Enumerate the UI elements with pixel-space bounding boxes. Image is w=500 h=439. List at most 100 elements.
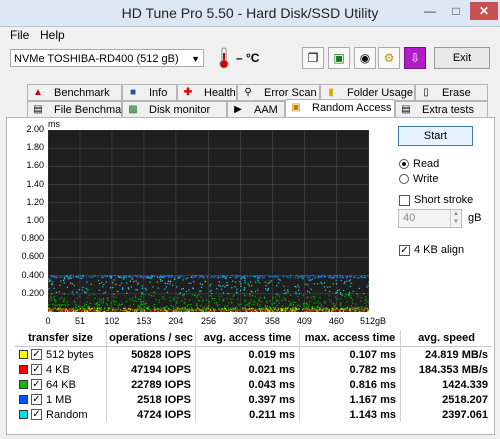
data-point (52, 303, 54, 305)
tab-file-benchmark[interactable]: ▤ File Benchmark (27, 101, 130, 118)
tab-disk-monitor[interactable]: ▩ Disk monitor (122, 101, 227, 118)
data-point (181, 294, 183, 296)
maximize-icon[interactable]: □ (444, 2, 468, 20)
series-color-swatch (19, 365, 28, 375)
data-point (142, 310, 144, 312)
data-point (101, 276, 103, 279)
tab-info[interactable]: ■ Info (122, 84, 177, 101)
menu-help[interactable]: Help (40, 28, 65, 42)
data-point (219, 310, 221, 312)
tab-erase[interactable]: ▯ Erase (415, 84, 488, 101)
data-point (105, 303, 107, 305)
data-point (244, 307, 246, 309)
menu-file[interactable]: File (10, 28, 29, 42)
data-point (258, 282, 260, 284)
data-point (146, 309, 148, 311)
copy-info-button[interactable]: ❐ (302, 47, 324, 69)
series-checkbox[interactable]: ✓ (31, 364, 42, 376)
data-point (273, 302, 275, 304)
data-point (341, 294, 343, 296)
tab-extra-tests[interactable]: ▤ Extra tests (395, 101, 488, 118)
data-point (298, 293, 300, 295)
data-point (283, 292, 285, 295)
minimize-icon[interactable]: — (418, 2, 442, 20)
data-point (224, 286, 226, 288)
data-point (181, 288, 183, 290)
series-checkbox[interactable]: ✓ (31, 379, 42, 391)
data-point (89, 302, 91, 304)
read-option[interactable]: Read (399, 158, 439, 170)
download-button[interactable]: ⇩ (404, 47, 426, 69)
align-checkbox[interactable]: ✓ (399, 244, 410, 256)
y-tick-label: 1.80 (26, 142, 44, 153)
data-point (149, 281, 151, 283)
data-point (230, 298, 232, 300)
data-point (192, 274, 194, 276)
data-point (68, 278, 70, 280)
data-point (159, 280, 162, 282)
start-button[interactable]: Start (398, 126, 473, 146)
drive-select[interactable]: NVMe TOSHIBA-RD400 (512 gB) ▼ (10, 49, 204, 67)
data-point (291, 309, 293, 311)
data-point (200, 286, 203, 288)
screenshot-button[interactable]: ◉ (354, 47, 376, 69)
data-point (308, 291, 311, 293)
data-point (295, 275, 297, 277)
data-point (277, 308, 279, 310)
data-point (318, 307, 320, 309)
write-radio[interactable] (399, 174, 409, 185)
data-point (100, 275, 102, 277)
data-point (65, 305, 67, 307)
data-point (263, 309, 265, 311)
read-radio[interactable] (399, 159, 409, 170)
data-point (164, 311, 166, 312)
tab-benchmark[interactable]: ▲ Benchmark (27, 84, 122, 101)
data-point (303, 311, 305, 312)
data-point (91, 310, 93, 312)
data-point (278, 282, 280, 284)
data-point (172, 306, 174, 308)
data-point (302, 308, 304, 310)
data-point (351, 275, 353, 277)
data-point (202, 276, 205, 278)
tab-file-benchmark-label: File Benchmark (54, 104, 131, 116)
align-option[interactable]: ✓ 4 KB align (399, 244, 464, 256)
exit-button[interactable]: Exit (434, 47, 490, 69)
series-checkbox[interactable]: ✓ (31, 409, 42, 421)
data-point (182, 311, 184, 312)
data-point (326, 309, 328, 311)
options-button[interactable]: ⚙ (378, 47, 400, 69)
data-point (198, 277, 200, 279)
series-checkbox[interactable]: ✓ (31, 349, 42, 361)
data-point (332, 283, 334, 285)
data-point (60, 297, 62, 299)
data-point (181, 307, 184, 309)
series-checkbox[interactable]: ✓ (31, 394, 42, 406)
write-option[interactable]: Write (399, 173, 438, 185)
close-icon[interactable]: ✕ (470, 2, 498, 20)
data-point (211, 306, 213, 308)
data-point (170, 305, 172, 307)
tab-random-access[interactable]: ▣ Random Access (285, 99, 395, 118)
data-point (152, 286, 154, 288)
save-report-button[interactable]: ▣ (328, 47, 350, 69)
data-point (242, 276, 245, 278)
short-stroke-option[interactable]: Short stroke (399, 194, 473, 206)
data-point (178, 306, 180, 308)
data-point (201, 275, 203, 277)
data-point (153, 307, 155, 309)
tab-aam[interactable]: ▶ AAM (227, 101, 285, 118)
data-point (156, 275, 158, 277)
short-stroke-checkbox[interactable] (399, 194, 410, 206)
data-point (361, 277, 363, 279)
tab-health[interactable]: ✚ Health (177, 84, 237, 101)
data-point (122, 287, 124, 289)
chevron-down-icon: ▼ (191, 54, 200, 64)
data-point (276, 309, 278, 311)
data-point (61, 275, 63, 277)
data-point (300, 311, 303, 312)
stroke-size-spinner[interactable]: 40 ▲ ▼ (398, 209, 462, 228)
data-point (264, 297, 266, 299)
spinner-arrows-icon[interactable]: ▲ ▼ (450, 210, 461, 227)
data-point (99, 283, 101, 285)
